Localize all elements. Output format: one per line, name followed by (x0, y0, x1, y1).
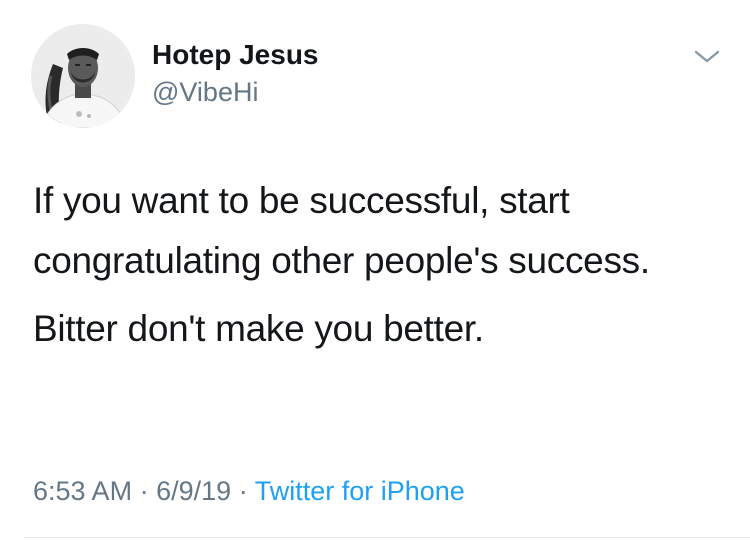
avatar[interactable] (31, 24, 135, 128)
tweet-menu-button[interactable] (692, 44, 722, 68)
chevron-down-icon (694, 50, 720, 63)
tweet-time[interactable]: 6:53 AM (33, 476, 132, 506)
tweet-source-link[interactable]: Twitter for iPhone (255, 476, 465, 506)
tweet-metadata: 6:53 AM · 6/9/19 · Twitter for iPhone (33, 474, 465, 508)
meta-separator: · (139, 476, 149, 506)
tweet-card: Hotep Jesus @VibeHi If you want to be su… (0, 0, 750, 540)
tweet-paragraph: Bitter don't make you better. (33, 308, 484, 349)
tweet-paragraph: If you want to be successful, start cong… (33, 180, 650, 281)
meta-separator: · (238, 476, 248, 506)
divider (24, 537, 750, 538)
tweet-date[interactable]: 6/9/19 (156, 476, 231, 506)
tweet-text: If you want to be successful, start cong… (33, 171, 723, 359)
user-display-name[interactable]: Hotep Jesus (152, 38, 319, 72)
user-handle[interactable]: @VibeHi (152, 76, 258, 108)
avatar-photo (31, 24, 135, 128)
